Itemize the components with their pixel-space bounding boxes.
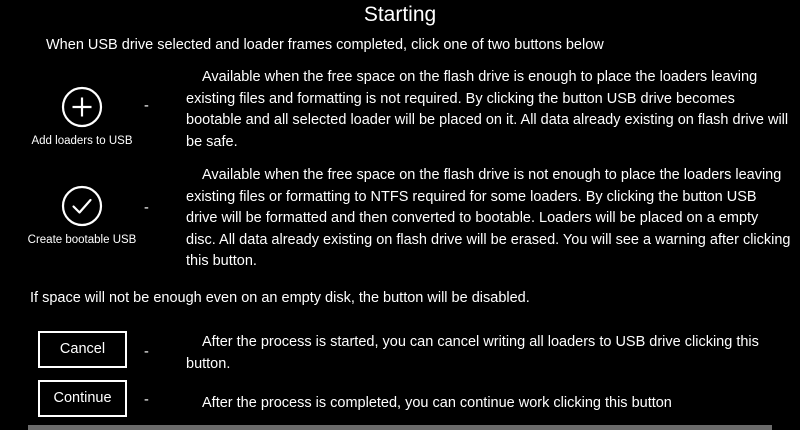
create-bootable-dash: -: [144, 200, 149, 216]
add-loaders-dash: -: [144, 98, 149, 114]
continue-dash: -: [144, 392, 149, 408]
add-loaders-label: Add loaders to USB: [31, 135, 133, 147]
scrollbar[interactable]: [28, 425, 772, 430]
disabled-note: If space will not be enough even on an e…: [30, 290, 530, 306]
cancel-button[interactable]: Cancel: [38, 331, 127, 368]
cancel-dash: -: [144, 344, 149, 360]
intro-text: When USB drive selected and loader frame…: [46, 37, 604, 53]
add-loaders-action: Add loaders to USB: [18, 86, 146, 148]
continue-description: After the process is completed, you can …: [202, 395, 672, 411]
cancel-description: After the process is started, you can ca…: [186, 334, 759, 372]
create-bootable-label: Create bootable USB: [27, 234, 137, 246]
continue-button[interactable]: Continue: [38, 380, 127, 417]
page-title: Starting: [363, 3, 437, 26]
create-bootable-description: Available when the free space on the fla…: [186, 167, 791, 269]
plus-circle-icon[interactable]: [61, 86, 103, 128]
create-bootable-action: Create bootable USB: [18, 185, 146, 247]
add-loaders-description: Available when the free space on the fla…: [186, 69, 789, 150]
check-circle-icon[interactable]: [61, 185, 103, 227]
